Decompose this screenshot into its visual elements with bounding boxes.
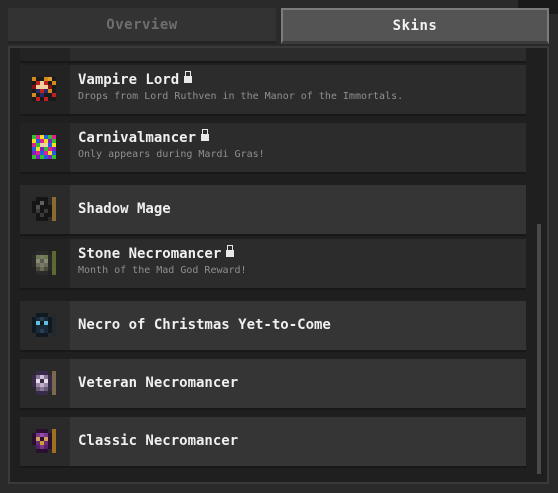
skin-name: Shadow Mage <box>78 201 171 217</box>
lock-icon <box>226 245 235 257</box>
skin-thumbnail <box>20 359 70 408</box>
skin-item-vampire-lord[interactable]: Vampire Lord Drops from Lord Ruthven in … <box>20 65 526 116</box>
skin-name: Veteran Necromancer <box>78 375 239 391</box>
skin-thumbnail <box>20 48 70 61</box>
skin-item-partial[interactable] <box>20 48 526 63</box>
skin-thumbnail <box>20 123 70 172</box>
carnivalmancer-sprite-icon <box>32 135 56 161</box>
skin-thumbnail <box>20 301 70 350</box>
skin-thumbnail <box>20 239 70 288</box>
stone-necromancer-sprite-icon <box>32 251 56 277</box>
lock-icon <box>201 129 210 141</box>
skin-name: Necro of Christmas Yet-to-Come <box>78 317 331 333</box>
veteran-necromancer-sprite-icon <box>32 371 56 397</box>
skin-description: Drops from Lord Ruthven in the Manor of … <box>78 91 404 102</box>
necro-of-christmas-sprite-icon <box>32 313 56 339</box>
skin-description: Only appears during Mardi Gras! <box>78 149 265 160</box>
skin-item-necro-of-christmas[interactable]: Necro of Christmas Yet-to-Come <box>20 301 526 352</box>
skin-item-shadow-mage[interactable]: Shadow Mage <box>20 185 526 236</box>
skin-name: Classic Necromancer <box>78 433 239 449</box>
skins-window: Overview Skins Vampire Lord Drops from L… <box>0 0 558 493</box>
tab-overview[interactable]: Overview <box>8 8 276 44</box>
skin-description: Month of the Mad God Reward! <box>78 265 247 276</box>
shadow-mage-sprite-icon <box>32 197 56 223</box>
skin-item-stone-necromancer[interactable]: Stone Necromancer Month of the Mad God R… <box>20 239 526 290</box>
lock-icon <box>184 71 193 83</box>
skin-thumbnail <box>20 65 70 114</box>
tab-bar: Overview Skins <box>8 8 549 46</box>
skin-name: Vampire Lord <box>78 71 193 88</box>
classic-necromancer-sprite-icon <box>32 429 56 455</box>
tab-skins[interactable]: Skins <box>281 8 549 44</box>
scrollbar[interactable] <box>537 224 541 474</box>
skin-item-classic-necromancer[interactable]: Classic Necromancer <box>20 417 526 468</box>
skin-name: Stone Necromancer <box>78 245 235 262</box>
vampire-lord-sprite-icon <box>32 77 56 103</box>
skin-thumbnail <box>20 185 70 234</box>
skin-item-veteran-necromancer[interactable]: Veteran Necromancer <box>20 359 526 410</box>
skin-thumbnail <box>20 417 70 466</box>
skins-list-panel[interactable]: Vampire Lord Drops from Lord Ruthven in … <box>8 46 549 484</box>
skin-item-carnivalmancer[interactable]: Carnivalmancer Only appears during Mardi… <box>20 123 526 174</box>
skin-name: Carnivalmancer <box>78 129 210 146</box>
